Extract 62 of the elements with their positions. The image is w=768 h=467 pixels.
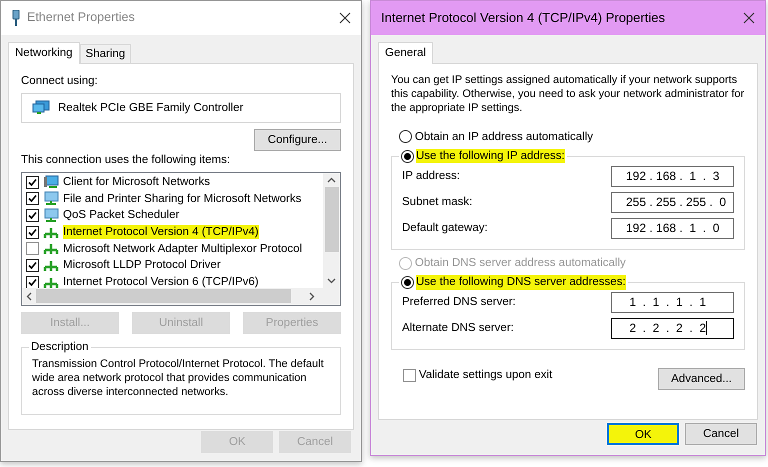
radio-label[interactable]: Use the following DNS server addresses:: [416, 275, 626, 290]
field-label: Subnet mask:: [402, 194, 472, 210]
field-label: Default gateway:: [402, 220, 488, 236]
scroll-down-icon: [327, 278, 336, 284]
adapter-name: Realtek PCIe GBE Family Controller: [58, 100, 244, 115]
radio-label[interactable]: Use the following IP address:: [416, 148, 565, 164]
description-text: Transmission Control Protocol/Internet Protocol. The default wide area network protocol that provides communication across diverse interconnected networks.: [32, 358, 325, 400]
field-label: Connect using:: [21, 74, 99, 89]
list-item[interactable]: Microsoft Network Adapter Multiplexor Protocol: [63, 242, 302, 256]
window-title: Ethernet Properties: [27, 10, 135, 26]
network-protocol-icon: [43, 241, 59, 256]
field-label: This connection uses the following items:: [21, 153, 232, 168]
checkbox[interactable]: [26, 192, 39, 206]
advanced-button[interactable]: Advanced...: [658, 368, 745, 390]
checkbox[interactable]: [26, 208, 39, 222]
checkbox[interactable]: [26, 259, 39, 272]
checkbox[interactable]: [26, 226, 39, 239]
close-icon[interactable]: [339, 12, 351, 24]
vertical-scrollbar[interactable]: [323, 172, 340, 288]
group-title: Description: [31, 340, 89, 354]
dialog-button[interactable]: OK: [607, 423, 680, 445]
ip-address-field[interactable]: 255 . 255 . 255 . 0: [611, 192, 734, 212]
computer-network-icon: [43, 191, 59, 206]
radio-button[interactable]: [399, 130, 412, 144]
tab[interactable]: General: [378, 42, 433, 64]
ip-address-field[interactable]: 1 . 1 . 1 . 1: [611, 292, 734, 313]
computer-network-icon: [43, 174, 59, 190]
dialog-button[interactable]: Cancel: [685, 423, 757, 445]
scroll-right-icon: [309, 292, 315, 301]
intro-text: You can get IP settings assigned automatically if your network supports this capability. Otherwise, you need to ask your network administrator for the appropriate IP settings.: [391, 74, 745, 116]
list-item[interactable]: Internet Protocol Version 4 (TCP/IPv4): [63, 224, 259, 240]
list-item[interactable]: Internet Protocol Version 6 (TCP/IPv6): [63, 275, 259, 288]
field-label: Alternate DNS server:: [402, 321, 514, 336]
field-label: Preferred DNS server:: [402, 295, 516, 310]
checkbox[interactable]: [403, 368, 416, 382]
window-title: Internet Protocol Version 4 (TCP/IPv4) Properties: [381, 10, 665, 26]
network-adapter-icon: [32, 100, 50, 116]
field-label: IP address:: [402, 168, 460, 184]
ip-address-field[interactable]: 192 . 168 . 1 . 0: [611, 218, 734, 238]
computer-network-icon: [43, 208, 59, 223]
radio-button[interactable]: [401, 276, 414, 289]
configure-button[interactable]: Configure...: [254, 128, 341, 150]
scroll-up-icon: [327, 176, 336, 183]
tab[interactable]: Networking: [8, 42, 80, 64]
ethernet-plug-icon: [11, 10, 21, 26]
list-item[interactable]: Microsoft LLDP Protocol Driver: [63, 258, 221, 273]
radio-button[interactable]: [401, 150, 414, 162]
checkbox-label[interactable]: Validate settings upon exit: [418, 368, 552, 383]
list-item[interactable]: Client for Microsoft Networks: [63, 174, 210, 190]
ip-address-field[interactable]: 2 . 2 . 2 . 2: [611, 318, 734, 339]
checkbox[interactable]: [26, 276, 39, 288]
tab[interactable]: Sharing: [80, 44, 132, 64]
network-protocol-icon: [43, 258, 59, 274]
checkbox[interactable]: [26, 176, 39, 189]
close-icon[interactable]: [743, 12, 755, 24]
horizontal-scrollbar[interactable]: [22, 288, 340, 305]
list-item[interactable]: QoS Packet Scheduler: [63, 208, 180, 223]
checkbox[interactable]: [26, 242, 39, 256]
radio-label[interactable]: Obtain an IP address automatically: [414, 130, 594, 144]
ip-address-field[interactable]: 192 . 168 . 1 . 3: [611, 166, 734, 186]
list-item[interactable]: File and Printer Sharing for Microsoft Networks: [63, 192, 302, 206]
scroll-left-icon: [26, 292, 32, 301]
